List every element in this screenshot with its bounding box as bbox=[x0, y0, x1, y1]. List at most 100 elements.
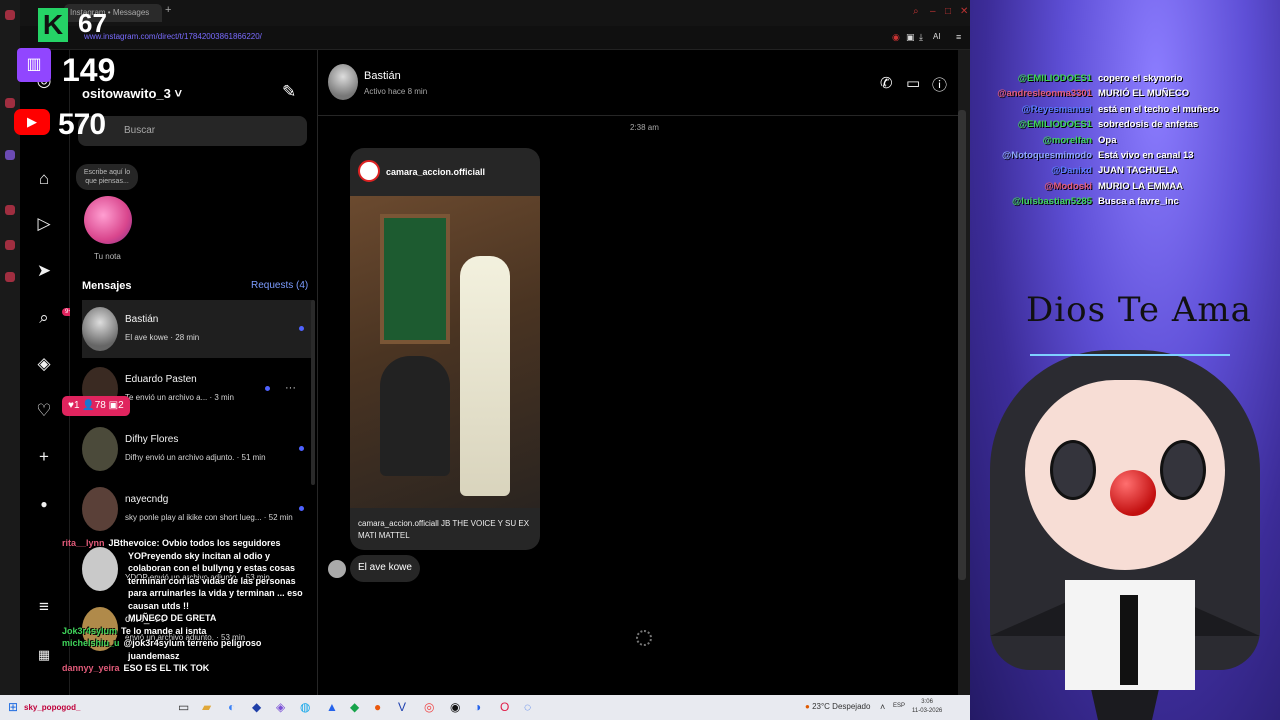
conversation-name: nayecndg bbox=[125, 494, 169, 505]
twitch-sidebar-icon[interactable] bbox=[5, 150, 15, 160]
search-input[interactable]: Buscar bbox=[78, 116, 307, 146]
more-options-icon[interactable]: ··· bbox=[285, 382, 296, 394]
reels-icon[interactable]: ▷ bbox=[33, 213, 55, 235]
stream-chat-line: @EMILIODOES1 sobredosis de anfetas bbox=[1017, 119, 1199, 131]
post-author[interactable]: camara_accion.officiall bbox=[386, 167, 485, 177]
page-scrollbar[interactable] bbox=[958, 110, 966, 580]
conversation-item[interactable]: Bastián El ave kowe · 28 min bbox=[82, 300, 314, 358]
shared-post[interactable]: camara_accion.officiall camara_accion.of… bbox=[350, 148, 540, 550]
close-icon[interactable]: ✕ bbox=[960, 6, 968, 17]
edge-icon[interactable]: ◍ bbox=[300, 700, 310, 714]
obs-icon[interactable]: ◉ bbox=[450, 700, 460, 714]
opera-icon[interactable] bbox=[5, 10, 15, 20]
app-icon[interactable]: ◆ bbox=[350, 700, 359, 714]
message-bubble[interactable]: El ave kowe bbox=[350, 555, 420, 582]
lock-icon[interactable]: ▣ bbox=[906, 32, 915, 43]
windows-start-icon[interactable]: ⊞ bbox=[8, 700, 18, 714]
phone-call-icon[interactable]: ✆ bbox=[880, 74, 893, 92]
tray-chevron-icon[interactable]: ˄ bbox=[880, 702, 885, 712]
minimize-icon[interactable]: – bbox=[930, 6, 936, 17]
heartbeat-line bbox=[1030, 340, 1230, 356]
note-bubble[interactable]: Escribe aquí lo que piensas... bbox=[76, 164, 138, 190]
contact-avatar[interactable] bbox=[328, 64, 358, 100]
search-tabs-icon[interactable]: ⌕ bbox=[913, 6, 919, 17]
new-tab-button[interactable]: + bbox=[165, 4, 171, 16]
clock[interactable]: 3:06 11-03-2026 bbox=[912, 698, 942, 716]
app-icon[interactable]: ◈ bbox=[276, 700, 285, 714]
contact-name[interactable]: Bastián bbox=[364, 70, 401, 82]
clock-date: 11-03-2026 bbox=[912, 708, 943, 714]
weather-widget[interactable]: ● 23°C Despejado bbox=[805, 702, 870, 711]
stream-chat: @EMILIODOES1 copero el skynorio @andresle… bbox=[970, 73, 1280, 212]
note-avatar[interactable] bbox=[84, 196, 132, 244]
conversation-item[interactable]: nayecndg sky ponle play al ikike con sho… bbox=[82, 480, 314, 538]
chrome-icon[interactable]: ◎ bbox=[424, 700, 434, 714]
app-icon[interactable]: ◐ bbox=[228, 700, 235, 714]
chat-panel: Bastián Activo hace 8 min ✆ ▭ ⓘ 2:38 am … bbox=[318, 50, 958, 695]
url-field[interactable]: www.instagram.com/direct/t/1784200386186… bbox=[84, 32, 262, 41]
app-icon[interactable]: ▲ bbox=[326, 700, 338, 714]
create-icon[interactable]: + bbox=[33, 446, 55, 468]
vscode-icon[interactable]: ◆ bbox=[252, 700, 261, 714]
app-icon[interactable]: ◑ bbox=[474, 700, 481, 714]
stream-chat-line: @luisbastian5285 Busca a favre_inc bbox=[1011, 196, 1179, 208]
visual-studio-icon[interactable]: V bbox=[398, 700, 406, 714]
overlay-chat-line: dannyy_yeira ESO ES EL TIK TOK bbox=[62, 663, 210, 673]
stream-chat-line: @Danixd JUAN TACHUELA bbox=[1051, 165, 1179, 177]
video-call-icon[interactable]: ▭ bbox=[906, 74, 920, 92]
vtuber-eye bbox=[1160, 440, 1206, 500]
messages-heading: Mensajes bbox=[82, 280, 132, 292]
conversation-preview: Te envió un archivo a... · 3 min bbox=[125, 393, 234, 402]
conversation-preview: El ave kowe · 28 min bbox=[125, 333, 200, 342]
home-icon[interactable]: ⌂ bbox=[33, 168, 55, 190]
app-icon[interactable] bbox=[5, 205, 15, 215]
app-icon[interactable] bbox=[5, 98, 15, 108]
vtuber-panel: @EMILIODOES1 copero el skynorio @andresle… bbox=[970, 0, 1280, 720]
weather-icon: ● bbox=[805, 702, 810, 711]
live-stats-badge: ♥1 👤78 ▣2 bbox=[62, 396, 130, 416]
time-separator: 2:38 am bbox=[630, 123, 659, 132]
compose-icon[interactable]: ✎ bbox=[282, 82, 296, 102]
conversation-name: Eduardo Pasten bbox=[125, 374, 197, 385]
conversation-item[interactable]: Difhy Flores Difhy envió un archivo adju… bbox=[82, 420, 314, 478]
info-icon[interactable]: ⓘ bbox=[932, 74, 947, 95]
opera-icon[interactable]: O bbox=[500, 700, 509, 714]
firefox-icon[interactable]: ● bbox=[374, 700, 381, 714]
explore-icon[interactable]: ◈ bbox=[33, 353, 55, 375]
conversation-preview: sky ponle play al ikike con short lueg..… bbox=[125, 513, 293, 522]
overlay-chat-line: MUÑECO DE GRETA bbox=[128, 613, 217, 623]
post-image-shelf bbox=[380, 214, 450, 344]
search-icon[interactable]: ⌕ bbox=[33, 307, 55, 329]
more-menu-icon[interactable]: ≡ bbox=[33, 596, 55, 618]
apps-icon[interactable]: ▦ bbox=[33, 644, 55, 666]
post-image[interactable] bbox=[350, 196, 540, 508]
requests-link[interactable]: Requests (4) bbox=[251, 280, 308, 291]
youtube-viewer-count: 570 bbox=[58, 108, 106, 141]
camera-icon[interactable]: ◉ bbox=[892, 32, 900, 43]
file-explorer-icon[interactable]: ▰ bbox=[202, 700, 211, 714]
post-author-avatar bbox=[358, 160, 380, 182]
vtuber-tie bbox=[1120, 595, 1138, 685]
clown-nose bbox=[1110, 470, 1156, 516]
twitch-icon: ▥ bbox=[17, 48, 51, 82]
overlay-chat-line: rita__lynn JBthevoice: Ovbio todos los se… bbox=[62, 538, 281, 548]
app-icon[interactable] bbox=[5, 272, 15, 282]
task-view-icon[interactable]: ▭ bbox=[178, 700, 189, 714]
messages-icon[interactable]: ➤ bbox=[33, 260, 55, 282]
download-icon[interactable]: ⤓ bbox=[919, 32, 923, 43]
address-bar: www.instagram.com/direct/t/1784200386186… bbox=[20, 26, 970, 50]
vtuber-title: Dios Te Ama bbox=[1026, 290, 1252, 330]
app-icon[interactable]: ◌ bbox=[524, 700, 531, 714]
overlay-chat-line: Jok3r4sylum Te lo mande al isnta bbox=[62, 625, 207, 636]
menu-icon[interactable]: ≡ bbox=[956, 32, 961, 42]
language-indicator[interactable]: ESP bbox=[893, 703, 905, 709]
notifications-heart-icon[interactable]: ♡ bbox=[33, 400, 55, 422]
unread-dot bbox=[299, 326, 304, 331]
profile-avatar[interactable]: ● bbox=[33, 493, 55, 515]
maximize-icon[interactable]: □ bbox=[945, 6, 951, 17]
ai-button[interactable]: AI bbox=[933, 32, 941, 41]
app-icon[interactable] bbox=[5, 240, 15, 250]
unread-dot bbox=[299, 506, 304, 511]
conversation-preview: Difhy envió un archivo adjunto. · 51 min bbox=[125, 453, 266, 462]
inbox-scrollbar[interactable] bbox=[311, 300, 315, 485]
